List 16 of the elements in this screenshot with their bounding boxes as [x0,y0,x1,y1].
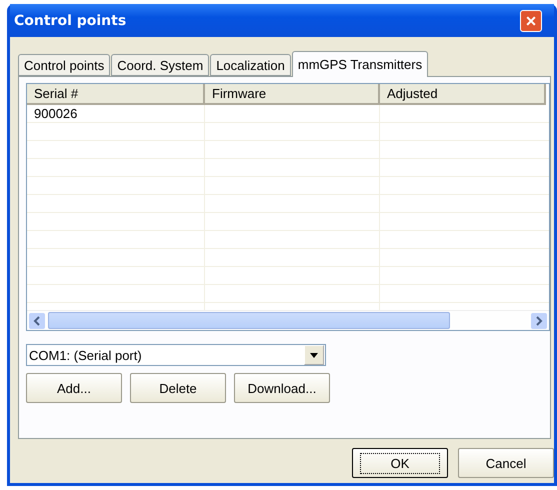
table-cell-text: 900026 [33,105,78,123]
tab[interactable]: Control points [18,54,110,76]
column-header[interactable]: Firmware [205,84,380,105]
tab[interactable]: mmGPS Transmitters [292,51,428,77]
tab[interactable]: Coord. System [111,54,210,76]
dialog-button[interactable]: Cancel [458,448,554,478]
action-button[interactable]: Delete [130,373,226,403]
dialog-button[interactable]: OK [352,448,448,478]
column-header[interactable]: Serial # [27,84,205,105]
window-title: Control points [14,12,126,28]
action-button[interactable]: Add... [26,373,122,403]
tab[interactable]: Localization [210,54,291,76]
column-header[interactable]: Adjusted [380,84,546,105]
close-button[interactable]: × [520,10,542,32]
port-dropdown[interactable]: COM1: (Serial port) [26,344,326,366]
action-button[interactable]: Download... [234,373,330,403]
